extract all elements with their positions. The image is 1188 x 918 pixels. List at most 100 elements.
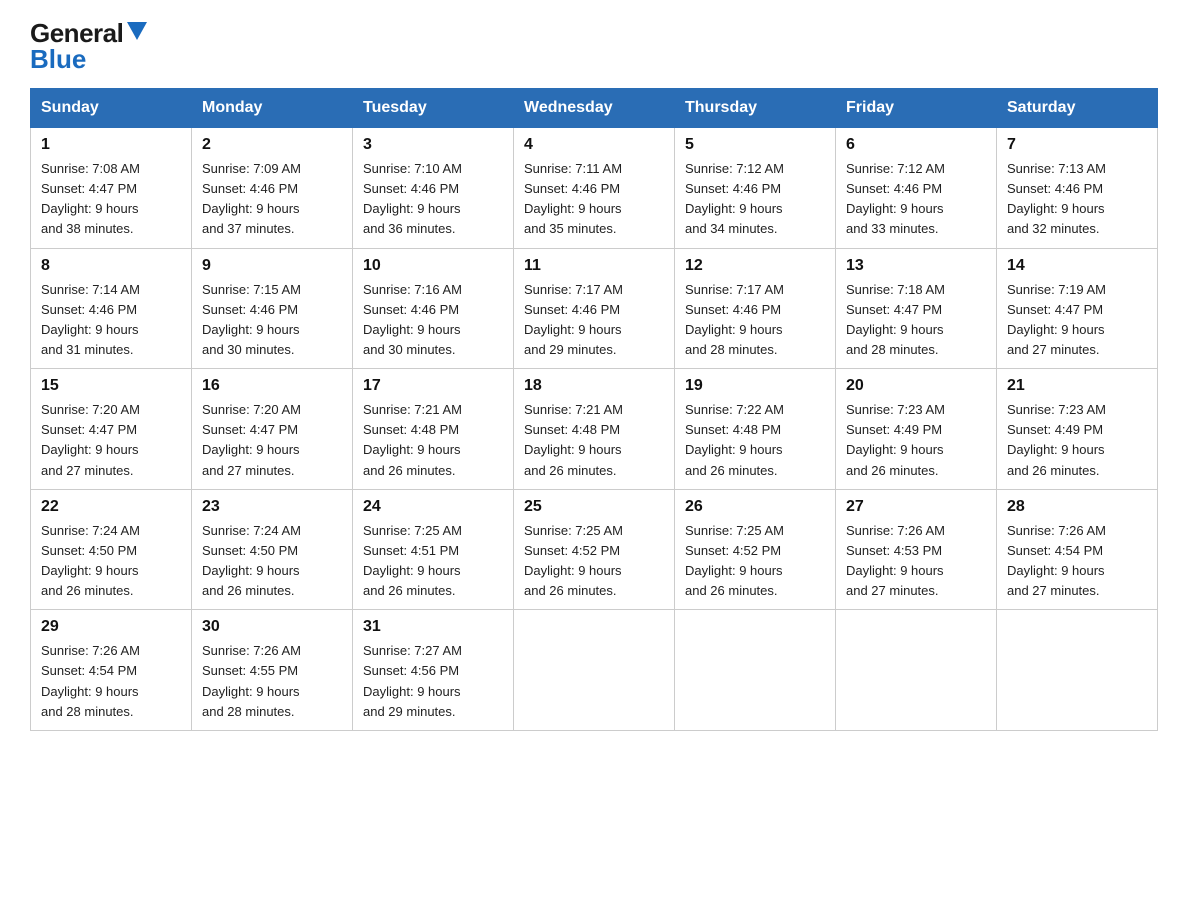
day-info: Sunrise: 7:21 AM Sunset: 4:48 PM Dayligh… [363,400,503,481]
calendar-cell: 31 Sunrise: 7:27 AM Sunset: 4:56 PM Dayl… [353,610,514,731]
day-number: 4 [524,136,664,154]
day-number: 30 [202,618,342,636]
day-number: 21 [1007,377,1147,395]
day-number: 16 [202,377,342,395]
logo: General Blue [30,20,147,72]
calendar-cell: 29 Sunrise: 7:26 AM Sunset: 4:54 PM Dayl… [31,610,192,731]
logo-blue: Blue [30,46,147,72]
week-row-4: 22 Sunrise: 7:24 AM Sunset: 4:50 PM Dayl… [31,489,1158,610]
weekday-saturday: Saturday [997,89,1158,128]
calendar-cell [675,610,836,731]
day-info: Sunrise: 7:17 AM Sunset: 4:46 PM Dayligh… [685,280,825,361]
calendar-cell: 2 Sunrise: 7:09 AM Sunset: 4:46 PM Dayli… [192,128,353,249]
day-info: Sunrise: 7:23 AM Sunset: 4:49 PM Dayligh… [1007,400,1147,481]
calendar-cell: 1 Sunrise: 7:08 AM Sunset: 4:47 PM Dayli… [31,128,192,249]
week-row-3: 15 Sunrise: 7:20 AM Sunset: 4:47 PM Dayl… [31,369,1158,490]
calendar-cell: 27 Sunrise: 7:26 AM Sunset: 4:53 PM Dayl… [836,489,997,610]
calendar-cell: 22 Sunrise: 7:24 AM Sunset: 4:50 PM Dayl… [31,489,192,610]
day-info: Sunrise: 7:24 AM Sunset: 4:50 PM Dayligh… [202,521,342,602]
day-number: 3 [363,136,503,154]
calendar-cell: 5 Sunrise: 7:12 AM Sunset: 4:46 PM Dayli… [675,128,836,249]
calendar-cell: 12 Sunrise: 7:17 AM Sunset: 4:46 PM Dayl… [675,248,836,369]
weekday-wednesday: Wednesday [514,89,675,128]
day-number: 9 [202,257,342,275]
day-info: Sunrise: 7:26 AM Sunset: 4:54 PM Dayligh… [1007,521,1147,602]
logo-triangle-icon [127,22,147,40]
week-row-2: 8 Sunrise: 7:14 AM Sunset: 4:46 PM Dayli… [31,248,1158,369]
calendar-cell [997,610,1158,731]
calendar-cell: 16 Sunrise: 7:20 AM Sunset: 4:47 PM Dayl… [192,369,353,490]
day-number: 18 [524,377,664,395]
day-info: Sunrise: 7:17 AM Sunset: 4:46 PM Dayligh… [524,280,664,361]
day-number: 29 [41,618,181,636]
calendar-cell: 7 Sunrise: 7:13 AM Sunset: 4:46 PM Dayli… [997,128,1158,249]
day-info: Sunrise: 7:10 AM Sunset: 4:46 PM Dayligh… [363,159,503,240]
calendar-cell: 19 Sunrise: 7:22 AM Sunset: 4:48 PM Dayl… [675,369,836,490]
day-info: Sunrise: 7:13 AM Sunset: 4:46 PM Dayligh… [1007,159,1147,240]
calendar-cell: 4 Sunrise: 7:11 AM Sunset: 4:46 PM Dayli… [514,128,675,249]
day-number: 27 [846,498,986,516]
day-info: Sunrise: 7:24 AM Sunset: 4:50 PM Dayligh… [41,521,181,602]
day-info: Sunrise: 7:26 AM Sunset: 4:53 PM Dayligh… [846,521,986,602]
weekday-thursday: Thursday [675,89,836,128]
calendar-cell: 15 Sunrise: 7:20 AM Sunset: 4:47 PM Dayl… [31,369,192,490]
day-number: 7 [1007,136,1147,154]
calendar-cell: 3 Sunrise: 7:10 AM Sunset: 4:46 PM Dayli… [353,128,514,249]
calendar-body: 1 Sunrise: 7:08 AM Sunset: 4:47 PM Dayli… [31,128,1158,731]
weekday-row: SundayMondayTuesdayWednesdayThursdayFrid… [31,89,1158,128]
calendar-cell [514,610,675,731]
day-number: 20 [846,377,986,395]
day-number: 24 [363,498,503,516]
weekday-monday: Monday [192,89,353,128]
day-info: Sunrise: 7:22 AM Sunset: 4:48 PM Dayligh… [685,400,825,481]
day-info: Sunrise: 7:14 AM Sunset: 4:46 PM Dayligh… [41,280,181,361]
day-number: 31 [363,618,503,636]
day-number: 12 [685,257,825,275]
day-number: 23 [202,498,342,516]
day-info: Sunrise: 7:21 AM Sunset: 4:48 PM Dayligh… [524,400,664,481]
day-info: Sunrise: 7:08 AM Sunset: 4:47 PM Dayligh… [41,159,181,240]
day-info: Sunrise: 7:26 AM Sunset: 4:54 PM Dayligh… [41,641,181,722]
week-row-1: 1 Sunrise: 7:08 AM Sunset: 4:47 PM Dayli… [31,128,1158,249]
calendar-cell: 20 Sunrise: 7:23 AM Sunset: 4:49 PM Dayl… [836,369,997,490]
week-row-5: 29 Sunrise: 7:26 AM Sunset: 4:54 PM Dayl… [31,610,1158,731]
day-number: 15 [41,377,181,395]
day-number: 5 [685,136,825,154]
day-number: 2 [202,136,342,154]
day-info: Sunrise: 7:23 AM Sunset: 4:49 PM Dayligh… [846,400,986,481]
calendar-cell: 17 Sunrise: 7:21 AM Sunset: 4:48 PM Dayl… [353,369,514,490]
calendar-cell: 8 Sunrise: 7:14 AM Sunset: 4:46 PM Dayli… [31,248,192,369]
calendar-cell: 13 Sunrise: 7:18 AM Sunset: 4:47 PM Dayl… [836,248,997,369]
day-info: Sunrise: 7:12 AM Sunset: 4:46 PM Dayligh… [685,159,825,240]
logo-general: General [30,20,147,46]
calendar-cell: 18 Sunrise: 7:21 AM Sunset: 4:48 PM Dayl… [514,369,675,490]
calendar-cell: 25 Sunrise: 7:25 AM Sunset: 4:52 PM Dayl… [514,489,675,610]
day-info: Sunrise: 7:20 AM Sunset: 4:47 PM Dayligh… [41,400,181,481]
day-info: Sunrise: 7:12 AM Sunset: 4:46 PM Dayligh… [846,159,986,240]
page-header: General Blue [30,20,1158,72]
day-number: 14 [1007,257,1147,275]
day-number: 26 [685,498,825,516]
calendar-cell [836,610,997,731]
calendar-cell: 21 Sunrise: 7:23 AM Sunset: 4:49 PM Dayl… [997,369,1158,490]
calendar-cell: 14 Sunrise: 7:19 AM Sunset: 4:47 PM Dayl… [997,248,1158,369]
day-number: 17 [363,377,503,395]
day-number: 25 [524,498,664,516]
day-number: 22 [41,498,181,516]
day-info: Sunrise: 7:18 AM Sunset: 4:47 PM Dayligh… [846,280,986,361]
day-info: Sunrise: 7:15 AM Sunset: 4:46 PM Dayligh… [202,280,342,361]
day-info: Sunrise: 7:11 AM Sunset: 4:46 PM Dayligh… [524,159,664,240]
calendar-cell: 28 Sunrise: 7:26 AM Sunset: 4:54 PM Dayl… [997,489,1158,610]
day-number: 28 [1007,498,1147,516]
day-info: Sunrise: 7:26 AM Sunset: 4:55 PM Dayligh… [202,641,342,722]
day-info: Sunrise: 7:27 AM Sunset: 4:56 PM Dayligh… [363,641,503,722]
weekday-friday: Friday [836,89,997,128]
day-number: 19 [685,377,825,395]
calendar-cell: 6 Sunrise: 7:12 AM Sunset: 4:46 PM Dayli… [836,128,997,249]
calendar-table: SundayMondayTuesdayWednesdayThursdayFrid… [30,88,1158,731]
day-number: 11 [524,257,664,275]
weekday-sunday: Sunday [31,89,192,128]
day-info: Sunrise: 7:19 AM Sunset: 4:47 PM Dayligh… [1007,280,1147,361]
day-info: Sunrise: 7:20 AM Sunset: 4:47 PM Dayligh… [202,400,342,481]
day-info: Sunrise: 7:09 AM Sunset: 4:46 PM Dayligh… [202,159,342,240]
